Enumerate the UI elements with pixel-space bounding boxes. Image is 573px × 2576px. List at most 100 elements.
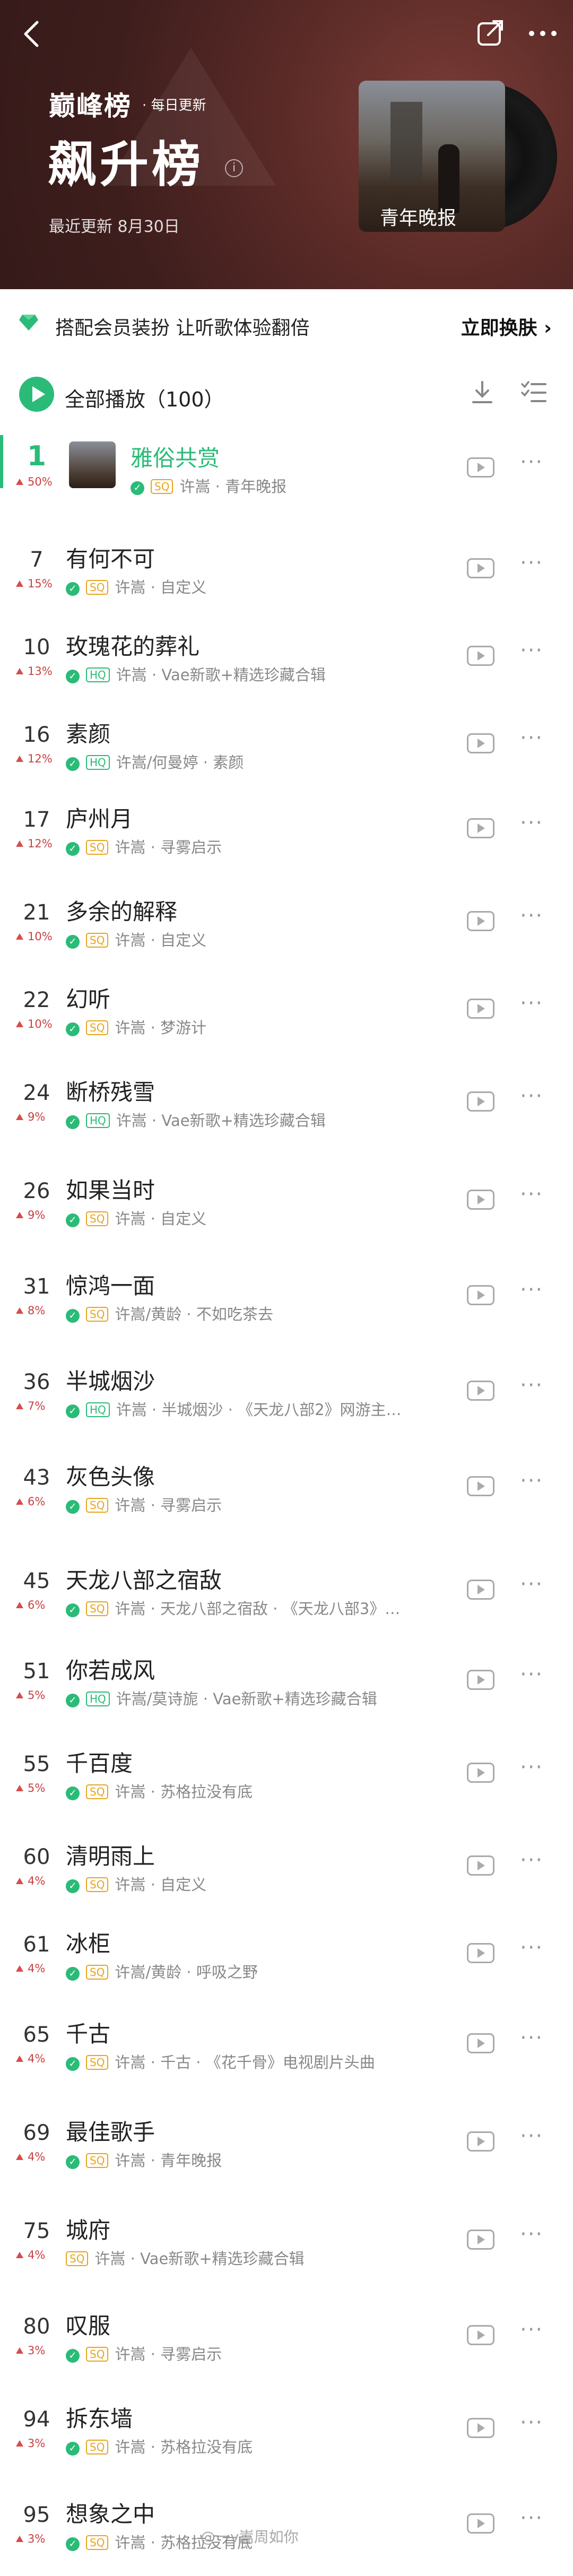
more-options-button[interactable] [524,19,561,48]
album-cover[interactable]: 青年晚报 [359,81,557,232]
song-row[interactable]: 65 4% 千古 ✓ SQ 许嵩 · 千古 · 《花千骨》电视剧片头曲 ··· [0,2011,573,2096]
rank-change: 6% [16,1495,45,1508]
song-row[interactable]: 43 6% 灰色头像 ✓ SQ 许嵩 · 寻雾启示 ··· [0,1454,573,1539]
song-more-icon[interactable]: ··· [520,2410,543,2435]
info-icon[interactable]: i [225,159,243,177]
mv-play-icon[interactable] [467,1285,494,1305]
mv-play-icon[interactable] [467,1855,494,1876]
song-row[interactable]: 24 9% 断桥残雪 ✓ HQ 许嵩 · Vae新歌+精选珍藏合辑 ··· [0,1069,573,1154]
song-more-icon[interactable]: ··· [520,1662,543,1687]
song-more-icon[interactable]: ··· [520,638,543,663]
song-row[interactable]: 16 12% 素颜 ✓ HQ 许嵩/何曼婷 · 素颜 ··· [0,711,573,796]
song-more-icon[interactable]: ··· [520,2222,543,2247]
vip-check-icon: ✓ [66,1213,80,1227]
mv-play-icon[interactable] [467,558,494,578]
mv-play-icon[interactable] [467,2325,494,2345]
song-more-icon[interactable]: ··· [520,2318,543,2342]
song-more-icon[interactable]: ··· [520,1084,543,1108]
song-row[interactable]: 10 13% 玫瑰花的葬礼 ✓ HQ 许嵩 · Vae新歌+精选珍藏合辑 ··· [0,623,573,708]
song-row[interactable]: 1 50% 雅俗共赏 ✓ SQ 许嵩 · 青年晚报 ··· [0,435,573,520]
song-more-icon[interactable]: ··· [520,1755,543,1780]
song-more-icon[interactable]: ··· [520,1373,543,1398]
song-meta: ✓ HQ 许嵩/莫诗旎 · Vae新歌+精选珍藏合辑 [66,1687,377,1709]
rank-change: 6% [16,1599,45,1611]
vip-check-icon: ✓ [66,842,80,856]
member-banner-text: 搭配会员装扮 让听歌体验翻倍 [55,317,310,339]
quality-badge: SQ [86,580,109,595]
play-all-icon[interactable] [19,377,54,412]
song-more-icon[interactable]: ··· [520,1936,543,1960]
song-row[interactable]: 61 4% 冰柜 ✓ SQ 许嵩/黄龄 · 呼吸之野 ··· [0,1921,573,2006]
back-button[interactable] [19,18,46,50]
rank-number: 24 [23,1081,50,1105]
mv-play-icon[interactable] [467,733,494,753]
download-icon[interactable] [469,379,496,405]
share-button[interactable] [476,19,505,48]
play-all-bar: 全部播放（100） [0,366,573,424]
song-more-icon[interactable]: ··· [520,450,543,474]
rise-arrow-icon [16,1403,23,1409]
mv-play-icon[interactable] [467,1670,494,1690]
rank-number: 26 [23,1179,50,1203]
rank-change: 4% [16,2249,45,2261]
member-banner[interactable]: 搭配会员装扮 让听歌体验翻倍 立即换肤 › [0,289,573,353]
mv-play-icon[interactable] [467,999,494,1019]
change-skin-button[interactable]: 立即换肤 › [461,313,552,340]
mv-play-icon[interactable] [467,818,494,838]
rank-number: 1 [27,440,47,472]
song-row[interactable]: 69 4% 最佳歌手 ✓ SQ 许嵩 · 青年晚报 ··· [0,2109,573,2194]
song-more-icon[interactable]: ··· [520,2124,543,2148]
song-more-icon[interactable]: ··· [520,1469,543,1493]
song-more-icon[interactable]: ··· [520,991,543,1016]
mv-play-icon[interactable] [467,2033,494,2053]
song-row[interactable]: 26 9% 如果当时 ✓ SQ 许嵩 · 自定义 ··· [0,1167,573,1252]
song-more-icon[interactable]: ··· [520,1572,543,1597]
song-more-icon[interactable]: ··· [520,1848,543,1872]
chart-brand: 巅峰榜 [49,91,132,122]
mv-play-icon[interactable] [467,1091,494,1112]
mv-play-icon[interactable] [467,2131,494,2152]
mv-play-icon[interactable] [467,1476,494,1496]
song-more-icon[interactable]: ··· [520,2026,543,2050]
song-row[interactable]: 94 3% 拆东墙 ✓ SQ 许嵩 · 苏格拉没有底 ··· [0,2396,573,2480]
song-more-icon[interactable]: ··· [520,726,543,750]
song-row[interactable]: 45 6% 天龙八部之宿敌 ✓ SQ 许嵩 · 天龙八部之宿敌 · 《天龙八部3》… ··· [0,1557,573,1642]
mv-play-icon[interactable] [467,1943,494,1963]
quality-badge: HQ [86,755,110,770]
song-row[interactable]: 55 5% 千百度 ✓ SQ 许嵩 · 苏格拉没有底 ··· [0,1740,573,1825]
song-meta: ✓ SQ 许嵩 · 苏格拉没有底 [66,2435,253,2457]
rise-arrow-icon [16,2252,23,2258]
song-row[interactable]: 75 4% 城府 SQ 许嵩 · Vae新歌+精选珍藏合辑 ··· [0,2207,573,2292]
song-more-icon[interactable]: ··· [520,1182,543,1207]
mv-play-icon[interactable] [467,911,494,931]
mv-play-icon[interactable] [467,2513,494,2534]
song-row[interactable]: 80 3% 叹服 ✓ SQ 许嵩 · 寻雾启示 ··· [0,2303,573,2388]
song-more-icon[interactable]: ··· [520,904,543,928]
song-more-icon[interactable]: ··· [520,2506,543,2530]
song-row[interactable]: 7 15% 有何不可 ✓ SQ 许嵩 · 自定义 ··· [0,536,573,621]
song-row[interactable]: 31 8% 惊鸿一面 ✓ SQ 许嵩/黄龄 · 不如吃茶去 ··· [0,1263,573,1348]
song-more-icon[interactable]: ··· [520,1278,543,1302]
mv-play-icon[interactable] [467,2418,494,2438]
song-title: 天龙八部之宿敌 [66,1567,222,1593]
song-row[interactable]: 17 12% 庐州月 ✓ SQ 许嵩 · 寻雾启示 ··· [0,796,573,881]
play-all-label[interactable]: 全部播放（100） [65,383,224,412]
mv-play-icon[interactable] [467,1190,494,1210]
multi-select-icon[interactable] [520,379,548,405]
song-row[interactable]: 21 10% 多余的解释 ✓ SQ 许嵩 · 自定义 ··· [0,889,573,974]
song-row[interactable]: 22 10% 幻听 ✓ SQ 许嵩 · 梦游计 ··· [0,976,573,1061]
song-row[interactable]: 51 5% 你若成风 ✓ HQ 许嵩/莫诗旎 · Vae新歌+精选珍藏合辑 ··· [0,1647,573,1732]
song-row[interactable]: 36 7% 半城烟沙 ✓ HQ 许嵩 · 半城烟沙 · 《天龙八部2》网游主… ··· [0,1358,573,1443]
vip-check-icon: ✓ [66,2442,80,2456]
quality-badge: SQ [86,1601,109,1616]
song-more-icon[interactable]: ··· [520,811,543,835]
mv-play-icon[interactable] [467,646,494,666]
mv-play-icon[interactable] [467,1381,494,1401]
mv-play-icon[interactable] [467,1580,494,1600]
song-more-icon[interactable]: ··· [520,551,543,575]
mv-play-icon[interactable] [467,2230,494,2250]
mv-play-icon[interactable] [467,457,494,478]
mv-play-icon[interactable] [467,1763,494,1783]
song-row[interactable]: 60 4% 清明雨上 ✓ SQ 许嵩 · 自定义 ··· [0,1833,573,1918]
rank-number: 21 [23,900,50,925]
